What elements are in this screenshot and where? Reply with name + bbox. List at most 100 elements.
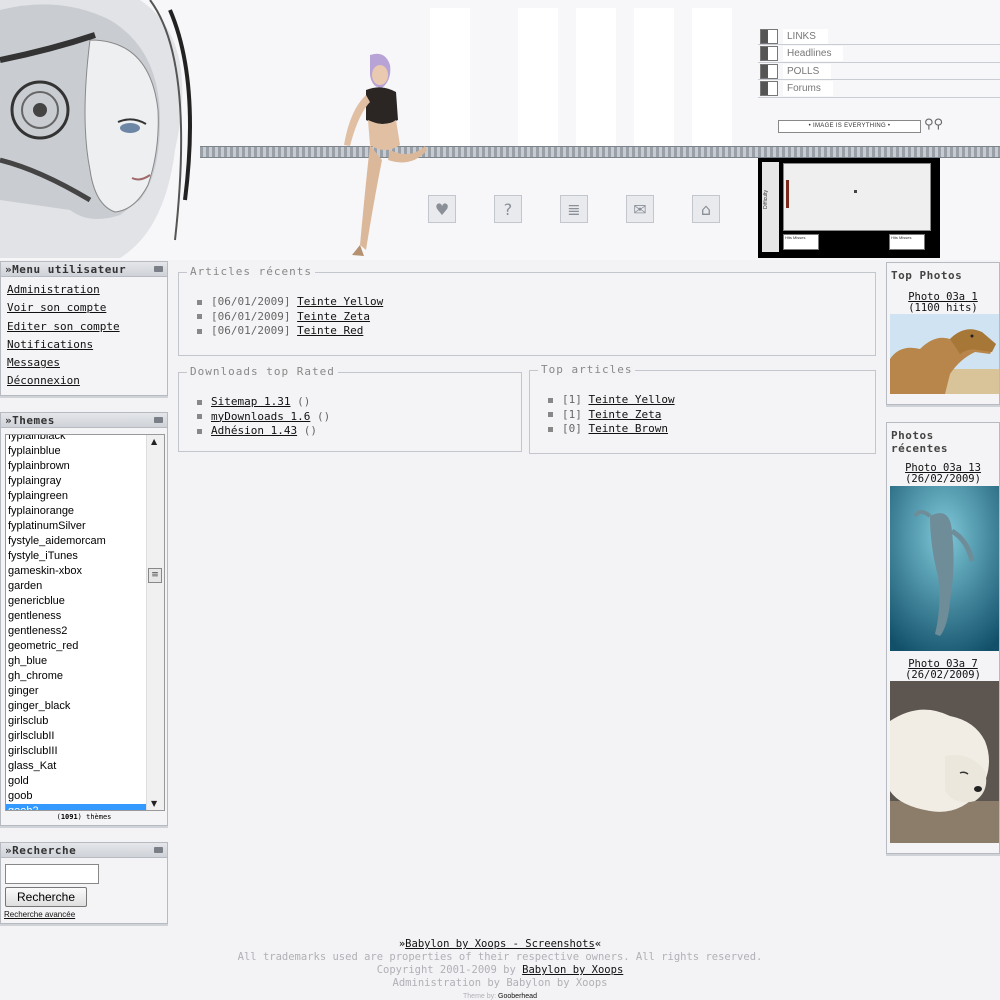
theme-option[interactable]: fyplaingreen	[6, 489, 147, 504]
menu-link-messages[interactable]: Messages	[7, 354, 161, 372]
bullet-icon	[197, 414, 202, 419]
theme-option[interactable]: goob2	[6, 804, 147, 810]
theme-option[interactable]: fystyle_iTunes	[6, 549, 147, 564]
theme-option[interactable]: ginger_black	[6, 699, 147, 714]
home-icon[interactable]: ⌂	[692, 195, 720, 223]
topnav-label: Forums	[783, 81, 833, 96]
topnav-polls[interactable]: POLLS	[758, 63, 1000, 80]
scroll-thumb[interactable]: ≡	[148, 568, 162, 583]
list-item: Sitemap 1.31 ()	[197, 395, 330, 410]
theme-option[interactable]: gentleness	[6, 609, 147, 624]
download-link[interactable]: Sitemap 1.31	[211, 395, 290, 408]
themes-count-suffix: thèmes	[86, 813, 112, 821]
topnav-links[interactable]: LINKS	[758, 28, 1000, 45]
theme-option[interactable]: gh_chrome	[6, 669, 147, 684]
article-link[interactable]: Teinte Red	[297, 324, 363, 337]
menu-link-edit-account[interactable]: Editer son compte	[7, 318, 161, 336]
article-link[interactable]: Teinte Zeta	[589, 408, 662, 421]
theme-option[interactable]: girlsclub	[6, 714, 147, 729]
search-button[interactable]: Recherche	[5, 887, 87, 907]
theme-option[interactable]: fyplatinumSilver	[6, 519, 147, 534]
topnav-forums[interactable]: Forums	[758, 81, 1000, 98]
bullet-icon	[548, 412, 553, 417]
minimize-icon[interactable]	[154, 417, 163, 423]
heart-icon[interactable]: ♥	[428, 195, 456, 223]
cyborg-face-illustration	[0, 0, 200, 258]
theme-option[interactable]: gentleness2	[6, 624, 147, 639]
article-rank: [0]	[562, 422, 582, 435]
theme-option[interactable]: fyplainbrown	[6, 459, 147, 474]
site-header: ♥ ? ≣ ✉ ⌂ LINKS Headlines POLLS Forums •…	[0, 0, 1000, 260]
theme-option[interactable]: gameskin-xbox	[6, 564, 147, 579]
theme-option[interactable]: girlsclubII	[6, 729, 147, 744]
minimize-icon[interactable]	[154, 847, 163, 853]
search-input[interactable]	[5, 864, 99, 884]
theme-option[interactable]: ginger	[6, 684, 147, 699]
menu-link-administration[interactable]: Administration	[7, 281, 161, 299]
pong-game[interactable]: Difficulty Hits Misses Hits Misses	[758, 158, 940, 258]
menu-link-notifications[interactable]: Notifications	[7, 336, 161, 354]
theme-option[interactable]: fystyle_aidemorcam	[6, 534, 147, 549]
score-left: Hits Misses	[783, 234, 819, 250]
scroll-up-icon[interactable]: ▲	[151, 437, 157, 446]
article-link[interactable]: Teinte Brown	[589, 422, 668, 435]
theme-option[interactable]: goob	[6, 789, 147, 804]
bullet-icon	[197, 328, 202, 334]
block-title: Photos récentes	[891, 429, 948, 455]
theme-option[interactable]: fyplainorange	[6, 504, 147, 519]
bullet-icon	[197, 399, 202, 405]
bullet-icon	[548, 426, 553, 432]
copyright-link[interactable]: Babylon by Xoops	[522, 964, 623, 976]
footer-home-link[interactable]: Babylon by Xoops - Screenshots	[405, 938, 595, 950]
polar-bear-photo[interactable]	[890, 681, 999, 843]
theme-option[interactable]: fyplaingray	[6, 474, 147, 489]
recent-articles-list: [06/01/2009] Teinte Yellow [06/01/2009] …	[197, 295, 383, 339]
theme-option[interactable]: genericblue	[6, 594, 147, 609]
score-right: Hits Misses	[889, 234, 925, 250]
theme-option[interactable]: garden	[6, 579, 147, 594]
menu-link-logout[interactable]: Déconnexion	[7, 372, 161, 390]
footer-admin: Administration by Babylon by Xoops	[392, 977, 608, 989]
theme-author: Gooberhead	[498, 993, 537, 1000]
minimize-icon[interactable]	[154, 266, 163, 272]
menu-link-view-account[interactable]: Voir son compte	[7, 299, 161, 317]
article-link[interactable]: Teinte Yellow	[589, 393, 675, 406]
mail-icon[interactable]: ✉	[626, 195, 654, 223]
people-icon: ⚲⚲	[924, 117, 944, 132]
difficulty-label: Difficulty	[763, 190, 769, 209]
theme-option[interactable]: glass_Kat	[6, 759, 147, 774]
article-link[interactable]: Teinte Yellow	[297, 295, 383, 308]
topnav-label: POLLS	[783, 63, 832, 79]
camel-photo[interactable]	[890, 314, 999, 394]
game-field[interactable]	[783, 163, 931, 231]
article-rank: [1]	[562, 407, 582, 421]
topnav-headlines[interactable]: Headlines	[758, 46, 1000, 63]
difficulty-slider[interactable]: Difficulty	[762, 162, 779, 252]
nav-square-icon	[760, 46, 778, 61]
game-paddle	[786, 180, 789, 208]
list-item: Adhésion 1.43 ()	[197, 424, 330, 439]
bullet-icon	[197, 428, 202, 434]
theme-option[interactable]: geometric_red	[6, 639, 147, 654]
advanced-search-link[interactable]: Recherche avancée	[4, 910, 75, 919]
dolphin-photo[interactable]	[890, 486, 999, 651]
download-link[interactable]: myDownloads 1.6	[211, 410, 310, 423]
theme-option[interactable]: gold	[6, 774, 147, 789]
theme-option[interactable]: girlsclubIII	[6, 744, 147, 759]
article-link[interactable]: Teinte Zeta	[297, 310, 370, 323]
themes-select-list[interactable]: fyplainblack fyplainblue fyplainbrown fypla…	[5, 434, 165, 811]
recent-photos-block: Photos récentes Photo 03a 13 (26/02/2009…	[886, 422, 1000, 854]
header-stripe	[634, 8, 674, 148]
question-icon[interactable]: ?	[494, 195, 522, 223]
download-link[interactable]: Adhésion 1.43	[211, 424, 297, 437]
theme-option[interactable]: fyplainblack	[6, 435, 147, 444]
scrollbar[interactable]: ▲ ≡ ▼	[146, 435, 164, 810]
theme-option[interactable]: gh_blue	[6, 654, 147, 669]
theme-option[interactable]: fyplainblue	[6, 444, 147, 459]
header-bar	[158, 146, 1000, 158]
header-stripe	[430, 8, 470, 148]
scroll-down-icon[interactable]: ▼	[151, 799, 157, 808]
user-menu-block: »Menu utilisateur Administration Voir so…	[0, 261, 168, 396]
document-icon[interactable]: ≣	[560, 195, 588, 223]
themes-block: »Themes fyplainblack fyplainblue fyplainbr…	[0, 412, 168, 826]
